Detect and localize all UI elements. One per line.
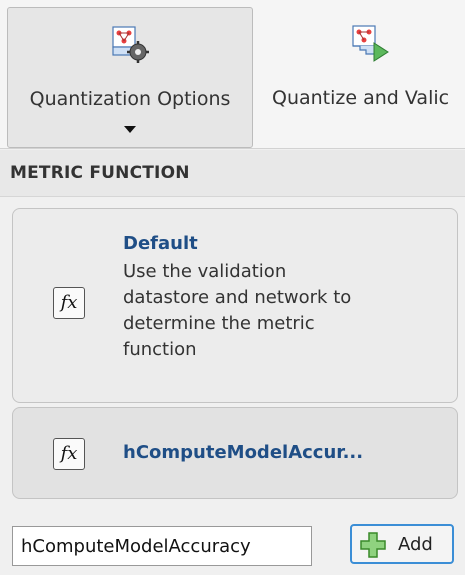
fx-icon: fx <box>53 287 85 319</box>
add-label: Add <box>398 534 433 555</box>
section-title: METRIC FUNCTION <box>10 163 190 183</box>
add-button[interactable]: Add <box>350 524 454 564</box>
metric-card-default[interactable]: fx Default Use the validation datastore … <box>12 208 458 403</box>
quantization-options-button[interactable]: Quantization Options <box>7 7 253 148</box>
quantize-validate-label: Quantize and Valic <box>272 87 450 109</box>
function-name-input[interactable] <box>12 526 312 566</box>
card-title: Default <box>123 233 198 254</box>
metric-card-custom[interactable]: fx hComputeModelAccur... <box>12 407 458 499</box>
network-gear-icon <box>112 26 149 63</box>
card-title: hComputeModelAccur... <box>123 442 364 463</box>
toolstrip: Quantization Options Quantize and Valic <box>0 0 465 148</box>
toolstrip-divider <box>0 148 465 149</box>
plus-icon <box>360 532 386 558</box>
fx-icon: fx <box>53 438 85 470</box>
caret-down-icon[interactable] <box>124 126 136 133</box>
card-description: Use the validation datastore and network… <box>123 261 352 360</box>
network-play-icon <box>352 25 389 62</box>
section-header: METRIC FUNCTION <box>0 150 465 197</box>
quantization-options-label: Quantization Options <box>29 88 231 110</box>
quantize-validate-button[interactable]: Quantize and Valic <box>260 7 465 148</box>
